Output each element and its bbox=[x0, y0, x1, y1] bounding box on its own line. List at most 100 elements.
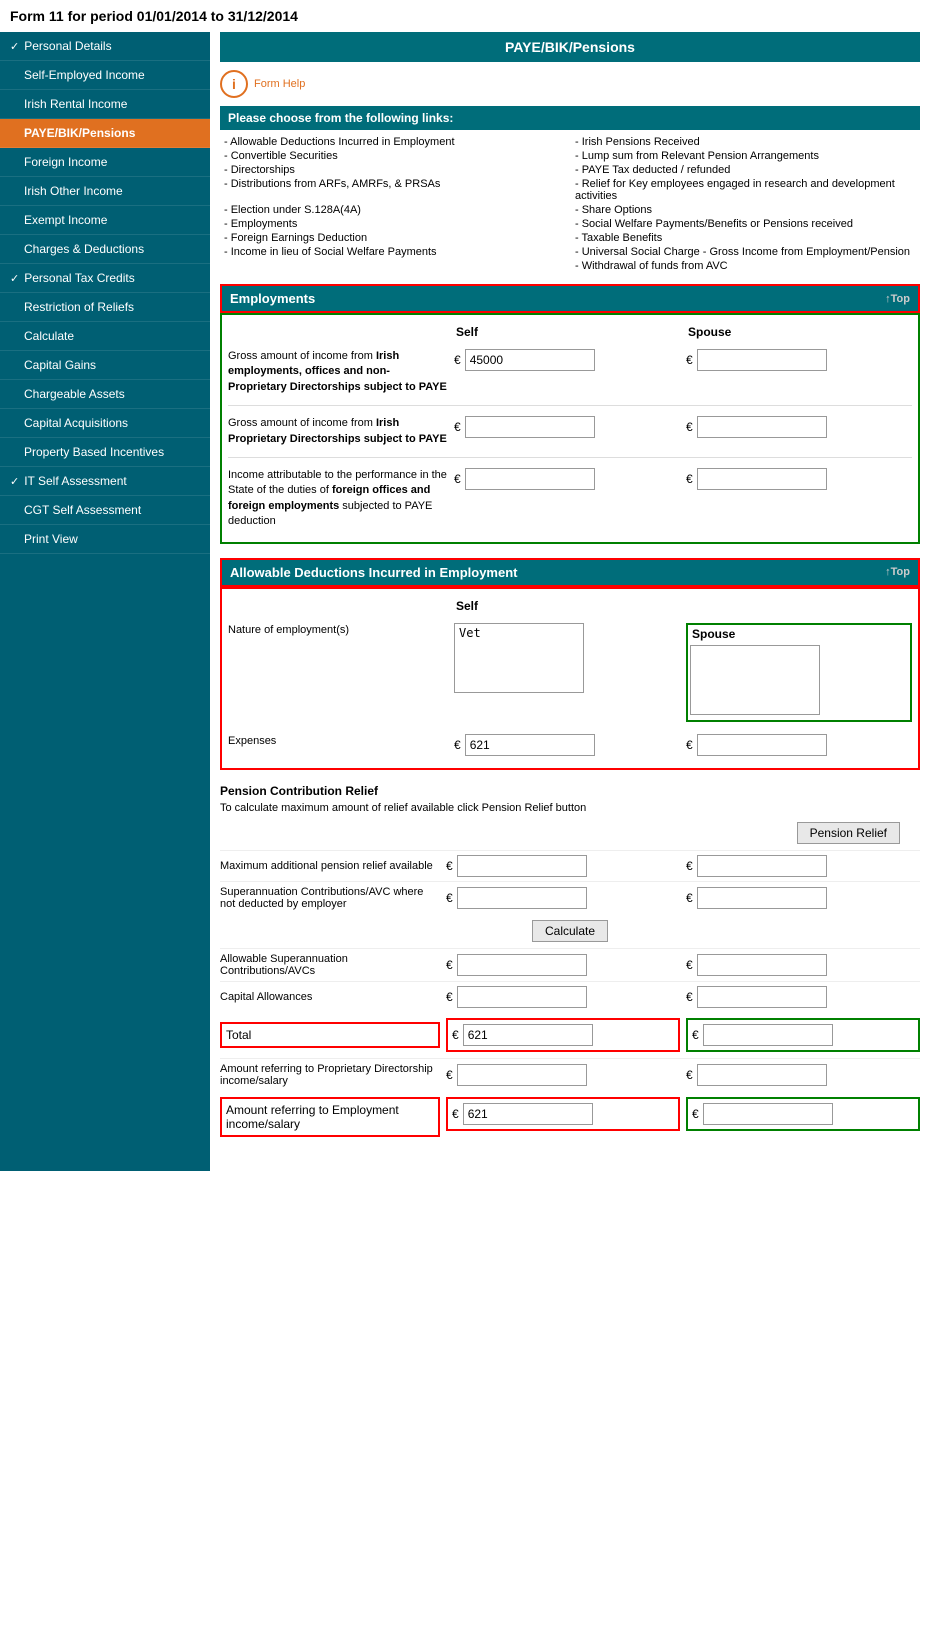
capital-allowances-row: Capital Allowances € € bbox=[220, 981, 920, 1012]
nature-spouse-input[interactable] bbox=[690, 645, 820, 715]
sidebar-item-it-self-assessment[interactable]: ✓IT Self Assessment bbox=[0, 467, 210, 496]
pension-relief-btn-row: Pension Relief bbox=[220, 822, 920, 844]
link-item[interactable]: - Convertible Securities bbox=[224, 150, 565, 162]
allowable-super-self-input[interactable] bbox=[457, 954, 587, 976]
sidebar-item-label: CGT Self Assessment bbox=[24, 503, 141, 517]
superannuation-self-input[interactable] bbox=[457, 887, 587, 909]
sidebar-item-foreign-income[interactable]: Foreign Income bbox=[0, 148, 210, 177]
pension-max-spouse-input[interactable] bbox=[697, 855, 827, 877]
link-item[interactable]: - Share Options bbox=[575, 204, 916, 216]
expenses-spouse: € bbox=[686, 734, 912, 756]
sidebar-item-label: Property Based Incentives bbox=[24, 445, 164, 459]
sidebar-item-exempt-income[interactable]: Exempt Income bbox=[0, 206, 210, 235]
prop-dir-spouse-input[interactable] bbox=[697, 1064, 827, 1086]
pension-max-self-input[interactable] bbox=[457, 855, 587, 877]
pension-max-spouse: € bbox=[686, 855, 920, 877]
employment-row2-self-input[interactable] bbox=[465, 416, 595, 438]
link-item[interactable]: - Withdrawal of funds from AVC bbox=[575, 260, 916, 272]
sidebar-item-restriction-of-reliefs[interactable]: Restriction of Reliefs bbox=[0, 293, 210, 322]
allowable-super-label: Allowable Superannuation Contributions/A… bbox=[220, 953, 440, 977]
link-item[interactable]: - PAYE Tax deducted / refunded bbox=[575, 164, 916, 176]
sidebar-item-capital-gains[interactable]: Capital Gains bbox=[0, 351, 210, 380]
sidebar-item-irish-rental-income[interactable]: Irish Rental Income bbox=[0, 90, 210, 119]
link-item[interactable]: - Social Welfare Payments/Benefits or Pe… bbox=[575, 218, 916, 230]
superannuation-row: Superannuation Contributions/AVC where n… bbox=[220, 881, 920, 914]
links-grid: - Allowable Deductions Incurred in Emplo… bbox=[220, 136, 920, 272]
link-item[interactable]: - Universal Social Charge - Gross Income… bbox=[575, 246, 916, 258]
sidebar-item-label: Personal Tax Credits bbox=[24, 271, 135, 285]
expenses-self-input[interactable] bbox=[465, 734, 595, 756]
link-item[interactable]: - Taxable Benefits bbox=[575, 232, 916, 244]
link-item[interactable]: - Allowable Deductions Incurred in Emplo… bbox=[224, 136, 565, 148]
link-item[interactable]: - Directorships bbox=[224, 164, 565, 176]
employment-row1-spouse-input[interactable] bbox=[697, 349, 827, 371]
sidebar-item-paye-bik-pensions[interactable]: PAYE/BIK/Pensions bbox=[0, 119, 210, 148]
superannuation-spouse-input[interactable] bbox=[697, 887, 827, 909]
sidebar-item-label: Self-Employed Income bbox=[24, 68, 145, 82]
sidebar-item-chargeable-assets[interactable]: Chargeable Assets bbox=[0, 380, 210, 409]
employment-row-2: Gross amount of income from Irish Propri… bbox=[228, 410, 912, 453]
sidebar-item-self-employed-income[interactable]: Self-Employed Income bbox=[0, 61, 210, 90]
sidebar-item-charges-deductions[interactable]: Charges & Deductions bbox=[0, 235, 210, 264]
link-item[interactable]: - Income in lieu of Social Welfare Payme… bbox=[224, 246, 565, 258]
employments-title: Employments bbox=[230, 291, 315, 306]
pension-relief-button[interactable]: Pension Relief bbox=[797, 822, 900, 844]
sidebar-item-calculate[interactable]: Calculate bbox=[0, 322, 210, 351]
link-item[interactable]: - Irish Pensions Received bbox=[575, 136, 916, 148]
total-spouse-cell: € bbox=[686, 1018, 920, 1052]
superannuation-label: Superannuation Contributions/AVC where n… bbox=[220, 886, 440, 910]
link-item[interactable]: - Election under S.128A(4A) bbox=[224, 204, 565, 216]
employment-row2-self: € bbox=[454, 416, 680, 438]
link-item[interactable]: - Employments bbox=[224, 218, 565, 230]
nature-self: Vet bbox=[454, 623, 680, 696]
links-header: Please choose from the following links: bbox=[220, 106, 920, 130]
page-title: Form 11 for period 01/01/2014 to 31/12/2… bbox=[0, 0, 930, 32]
link-item[interactable]: - Lump sum from Relevant Pension Arrange… bbox=[575, 150, 916, 162]
sidebar-item-capital-acquisitions[interactable]: Capital Acquisitions bbox=[0, 409, 210, 438]
employment-row2-spouse-input[interactable] bbox=[697, 416, 827, 438]
employment-row2-spouse: € bbox=[686, 416, 912, 438]
link-item[interactable]: - Foreign Earnings Deduction bbox=[224, 232, 565, 244]
info-icon: i bbox=[220, 70, 248, 98]
employment-income-spouse-input[interactable] bbox=[703, 1103, 833, 1125]
prop-dir-self-input[interactable] bbox=[457, 1064, 587, 1086]
allowable-super-spouse-input[interactable] bbox=[697, 954, 827, 976]
sidebar-item-label: Foreign Income bbox=[24, 155, 107, 169]
sidebar-item-property-based-incentives[interactable]: Property Based Incentives bbox=[0, 438, 210, 467]
capital-allowances-spouse-input[interactable] bbox=[697, 986, 827, 1008]
employment-row3-self: € bbox=[454, 468, 680, 490]
expenses-label: Expenses bbox=[228, 734, 448, 749]
sidebar-item-print-view[interactable]: Print View bbox=[0, 525, 210, 554]
allowable-super-self: € bbox=[446, 954, 680, 976]
expenses-spouse-input[interactable] bbox=[697, 734, 827, 756]
employment-row1-spouse: € bbox=[686, 349, 912, 371]
sidebar-item-irish-other-income[interactable]: Irish Other Income bbox=[0, 177, 210, 206]
employment-row1-label: Gross amount of income from Irish employ… bbox=[228, 349, 448, 395]
employment-row3-self-input[interactable] bbox=[465, 468, 595, 490]
total-spouse-input[interactable] bbox=[703, 1024, 833, 1046]
sidebar-item-personal-details[interactable]: ✓Personal Details bbox=[0, 32, 210, 61]
employment-income-self-cell: € bbox=[446, 1097, 680, 1131]
sidebar-item-personal-tax-credits[interactable]: ✓ Personal Tax Credits bbox=[0, 264, 210, 293]
total-self-input[interactable] bbox=[463, 1024, 593, 1046]
link-item[interactable]: - Relief for Key employees engaged in re… bbox=[575, 178, 916, 202]
allowable-super-spouse: € bbox=[686, 954, 920, 976]
employments-col-headers: Self Spouse bbox=[228, 321, 912, 343]
section-header: PAYE/BIK/Pensions bbox=[220, 32, 920, 62]
sidebar-item-cgt-self-assessment[interactable]: CGT Self Assessment bbox=[0, 496, 210, 525]
nature-self-input[interactable]: Vet bbox=[454, 623, 584, 693]
prop-dir-self: € bbox=[446, 1064, 680, 1086]
calculate-button[interactable]: Calculate bbox=[532, 920, 608, 942]
employment-income-self-input[interactable] bbox=[463, 1103, 593, 1125]
capital-allowances-spouse: € bbox=[686, 986, 920, 1008]
link-item[interactable]: - Distributions from ARFs, AMRFs, & PRSA… bbox=[224, 178, 565, 202]
allowable-deductions-top-link[interactable]: ↑Top bbox=[885, 566, 910, 578]
employment-row1-self-input[interactable] bbox=[465, 349, 595, 371]
capital-allowances-self-input[interactable] bbox=[457, 986, 587, 1008]
sidebar-item-label: Capital Gains bbox=[24, 358, 96, 372]
check-icon: ✓ bbox=[10, 272, 19, 285]
employments-top-link[interactable]: ↑Top bbox=[885, 293, 910, 305]
capital-allowances-label: Capital Allowances bbox=[220, 991, 440, 1003]
pension-max-self: € bbox=[446, 855, 680, 877]
employment-row3-spouse-input[interactable] bbox=[697, 468, 827, 490]
